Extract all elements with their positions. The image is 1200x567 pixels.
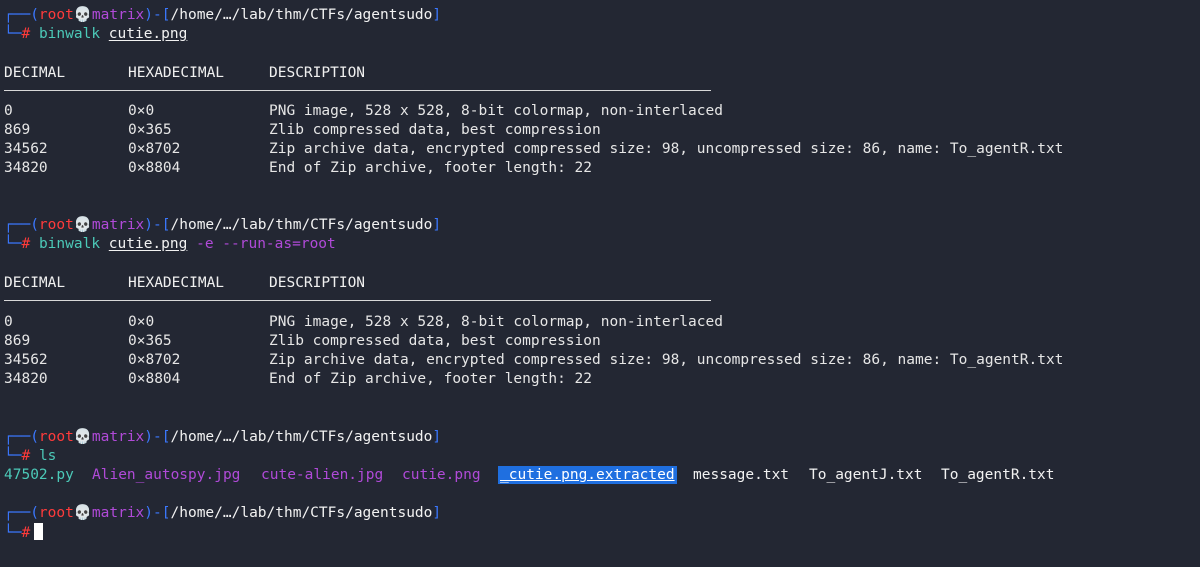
- text-cursor: [34, 523, 44, 540]
- column-header: DESCRIPTION: [269, 65, 366, 81]
- table-cell: 0×0: [128, 314, 155, 330]
- column-header: DESCRIPTION: [269, 275, 366, 291]
- table-cell: PNG image, 528 x 528, 8-bit colormap, no…: [269, 314, 723, 330]
- prompt-line: ┌──(root💀matrix)-[/home/…/lab/thm/CTFs/a…: [4, 217, 442, 233]
- file-item[interactable]: 47502.py: [4, 466, 74, 484]
- file-item[interactable]: cutie.png: [402, 466, 481, 484]
- column-header: HEXADECIMAL: [128, 65, 225, 81]
- table-cell: Zip archive data, encrypted compressed s…: [269, 141, 1064, 157]
- separator: [4, 300, 711, 301]
- table-cell: 869: [4, 333, 31, 349]
- command-line: └─# ls: [4, 448, 57, 464]
- column-header: DECIMAL: [4, 65, 66, 81]
- table-cell: 869: [4, 122, 31, 138]
- prompt-line: ┌──(root💀matrix)-[/home/…/lab/thm/CTFs/a…: [4, 7, 442, 23]
- directory-item-highlighted[interactable]: _cutie.png.extracted: [498, 466, 677, 484]
- table-cell: 0×0: [128, 103, 155, 119]
- table-cell: Zip archive data, encrypted compressed s…: [269, 352, 1064, 368]
- column-header: DECIMAL: [4, 275, 66, 291]
- table-cell: 34562: [4, 141, 48, 157]
- separator: [4, 90, 711, 91]
- file-item[interactable]: cute-alien.jpg: [261, 466, 383, 484]
- file-item[interactable]: message.txt: [693, 466, 789, 484]
- table-cell: PNG image, 528 x 528, 8-bit colormap, no…: [269, 103, 723, 119]
- table-cell: 34562: [4, 352, 48, 368]
- table-cell: 0×8702: [128, 141, 181, 157]
- command-line: └─# binwalk cutie.png -e --run-as=root: [4, 236, 336, 252]
- skull-icon: 💀: [73, 429, 92, 445]
- file-item[interactable]: To_agentJ.txt: [809, 466, 923, 484]
- file-item[interactable]: Alien_autospy.jpg: [92, 466, 240, 484]
- prompt-line: ┌──(root💀matrix)-[/home/…/lab/thm/CTFs/a…: [4, 505, 442, 521]
- table-cell: 0×8804: [128, 160, 181, 176]
- skull-icon: 💀: [73, 217, 92, 233]
- table-cell: 0×365: [128, 333, 172, 349]
- table-cell: 0: [4, 103, 13, 119]
- table-cell: End of Zip archive, footer length: 22: [269, 371, 593, 387]
- table-cell: 0×365: [128, 122, 172, 138]
- table-cell: End of Zip archive, footer length: 22: [269, 160, 593, 176]
- table-cell: 0: [4, 314, 13, 330]
- table-cell: 34820: [4, 160, 48, 176]
- table-cell: Zlib compressed data, best compression: [269, 122, 601, 138]
- table-cell: Zlib compressed data, best compression: [269, 333, 601, 349]
- command-line: └─# binwalk cutie.png: [4, 26, 188, 42]
- table-cell: 0×8702: [128, 352, 181, 368]
- command-input-line[interactable]: └─#: [4, 523, 44, 542]
- prompt-line: ┌──(root💀matrix)-[/home/…/lab/thm/CTFs/a…: [4, 429, 442, 445]
- terminal-window[interactable]: ┌──(root💀matrix)-[/home/…/lab/thm/CTFs/a…: [0, 0, 1200, 567]
- column-header: HEXADECIMAL: [128, 275, 225, 291]
- skull-icon: 💀: [73, 7, 92, 23]
- table-cell: 34820: [4, 371, 48, 387]
- table-cell: 0×8804: [128, 371, 181, 387]
- file-item[interactable]: To_agentR.txt: [941, 466, 1055, 484]
- skull-icon: 💀: [73, 505, 92, 521]
